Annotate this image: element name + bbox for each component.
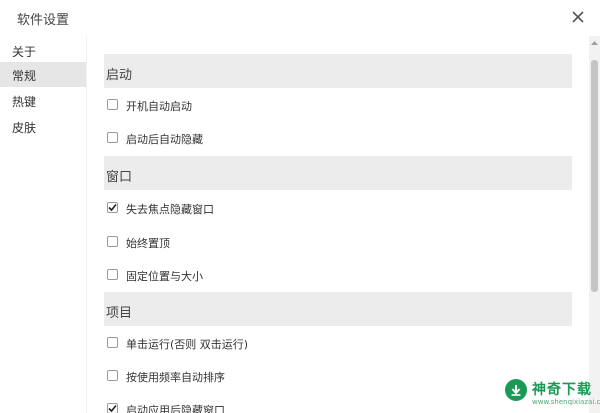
watermark-logo-icon xyxy=(505,379,527,401)
section-title: 窗口 xyxy=(106,170,133,185)
option-fixed-position-size[interactable]: 固定位置与大小 xyxy=(104,266,564,286)
option-label: 单击运行(否则 双击运行) xyxy=(126,338,249,351)
scroll-up-arrow-icon[interactable] xyxy=(589,39,600,47)
section-header-window: 窗口 xyxy=(104,156,572,190)
option-label: 启动后自动隐藏 xyxy=(126,133,203,146)
checkbox[interactable] xyxy=(107,236,118,247)
section-title: 项目 xyxy=(106,306,133,321)
sidebar-item-label: 皮肤 xyxy=(12,121,37,135)
option-label: 按使用频率自动排序 xyxy=(126,371,225,384)
option-label: 失去焦点隐藏窗口 xyxy=(126,203,214,216)
option-label: 固定位置与大小 xyxy=(126,270,203,283)
sidebar-item-label: 常规 xyxy=(12,69,37,83)
sidebar-item-label: 关于 xyxy=(12,45,37,59)
sidebar: 关于 常规 热键 皮肤 xyxy=(0,36,86,413)
checkbox[interactable] xyxy=(107,269,118,280)
option-hide-after-launch[interactable]: 启动后自动隐藏 xyxy=(104,129,564,149)
option-label: 开机自动启动 xyxy=(126,100,192,113)
settings-panel: 启动 开机自动启动 启动后自动隐藏 窗口 失去焦点隐藏窗口 始终置顶 固定位置与… xyxy=(87,36,586,413)
option-always-on-top[interactable]: 始终置顶 xyxy=(104,233,564,253)
title-bar: 软件设置 xyxy=(0,0,600,36)
close-button[interactable] xyxy=(567,6,589,28)
sidebar-item-general[interactable]: 常规 xyxy=(0,62,86,87)
section-title: 启动 xyxy=(106,68,133,83)
checkbox[interactable] xyxy=(107,202,118,213)
checkbox[interactable] xyxy=(107,370,118,381)
watermark-url: www.shenqixiazai.com xyxy=(532,398,600,406)
sidebar-item-about[interactable]: 关于 xyxy=(0,38,86,63)
option-sort-by-frequency[interactable]: 按使用频率自动排序 xyxy=(104,367,564,387)
watermark-name: 神奇下载 xyxy=(532,382,592,398)
checkmark-icon xyxy=(108,203,117,212)
option-label: 启动应用后隐藏窗口 xyxy=(126,404,225,413)
checkbox[interactable] xyxy=(107,337,118,348)
sidebar-item-label: 热键 xyxy=(12,95,37,109)
close-icon xyxy=(572,11,584,23)
vertical-scrollbar[interactable] xyxy=(589,36,600,413)
option-single-click-run[interactable]: 单击运行(否则 双击运行) xyxy=(104,334,564,354)
watermark: 神奇下载 www.shenqixiazai.com xyxy=(505,378,600,408)
scrollbar-thumb[interactable] xyxy=(591,60,598,292)
section-header-items: 项目 xyxy=(104,292,572,326)
checkbox[interactable] xyxy=(107,132,118,143)
option-launch-at-startup[interactable]: 开机自动启动 xyxy=(104,96,564,116)
window-title: 软件设置 xyxy=(17,13,70,28)
sidebar-item-skins[interactable]: 皮肤 xyxy=(0,114,86,139)
checkbox[interactable] xyxy=(107,99,118,110)
section-header-startup: 启动 xyxy=(104,54,572,88)
option-hide-on-blur[interactable]: 失去焦点隐藏窗口 xyxy=(104,199,564,219)
checkbox[interactable] xyxy=(107,403,118,413)
option-hide-after-app-launch[interactable]: 启动应用后隐藏窗口 xyxy=(104,400,564,413)
sidebar-item-hotkeys[interactable]: 热键 xyxy=(0,88,86,113)
checkmark-icon xyxy=(108,404,117,413)
option-label: 始终置顶 xyxy=(126,237,170,250)
